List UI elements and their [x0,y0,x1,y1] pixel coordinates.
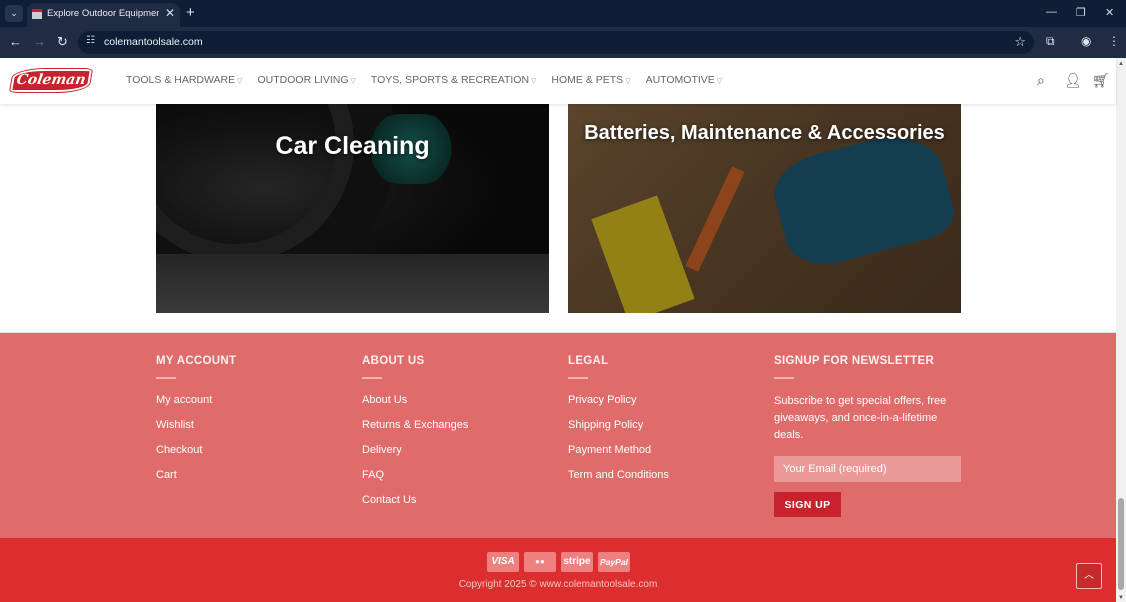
visa-icon: VISA [487,552,519,572]
url-text[interactable]: colemantoolsale.com [104,36,203,48]
banner-title-car-cleaning: Car Cleaning [275,132,430,160]
footer-col-newsletter: SIGNUP FOR NEWSLETTER Subscribe to get s… [774,355,964,517]
footer-heading: LEGAL [568,355,609,367]
banner-title-batteries: Batteries, Maintenance & Accessories [584,122,945,144]
restore-icon[interactable]: ❐ [1076,6,1086,19]
footer-link-contact[interactable]: Contact Us [362,493,468,507]
menu-item-automotive[interactable]: AUTOMOTIVE ▽ [646,74,723,86]
chevron-down-icon: ▽ [350,78,356,85]
favicon-icon [32,9,42,19]
scroll-up-icon[interactable]: ▲ [1118,61,1124,67]
footer-link-about-us[interactable]: About Us [362,393,468,407]
chevron-up-icon: ︿ [1084,570,1094,581]
footer-link-checkout[interactable]: Checkout [156,443,236,457]
category-batteries-maintenance[interactable]: Batteries, Maintenance & Accessories [568,104,961,313]
back-icon[interactable]: ← [9,34,22,49]
address-bar[interactable]: ☷ colemantoolsale.com ☆ [78,31,1034,54]
footer-col-legal: LEGAL Privacy Policy Shipping Policy Pay… [568,355,669,493]
site-header: Coleman TOOLS & HARDWARE ▽ OUTDOOR LIVING… [0,58,1116,104]
close-icon[interactable]: ✕ [165,6,175,20]
footer-link-payment[interactable]: Payment Method [568,443,669,457]
footer-widgets: MY ACCOUNT My account Wishlist Checkout … [0,332,1116,538]
coleman-logo[interactable]: Coleman [8,68,94,93]
forward-icon[interactable]: → [33,34,46,49]
back-to-top-button[interactable]: ︿ [1076,563,1102,589]
close-window-icon[interactable]: ✕ [1105,6,1114,19]
newsletter-email-input[interactable] [774,456,961,482]
footer-link-shipping[interactable]: Shipping Policy [568,418,669,432]
footer-heading: ABOUT US [362,355,425,367]
category-car-cleaning[interactable]: Car Cleaning [156,104,549,313]
copyright-text: Copyright 2025 © www.colemantoolsale.com [458,579,658,590]
divider [156,377,176,379]
footer-link-cart[interactable]: Cart [156,468,236,482]
main-menu: TOOLS & HARDWARE ▽ OUTDOOR LIVING ▽ TOYS, … [126,74,737,86]
chevron-down-icon: ▽ [237,78,243,85]
logo-text: Coleman [15,72,87,88]
footer-link-delivery[interactable]: Delivery [362,443,468,457]
footer-heading: SIGNUP FOR NEWSLETTER [774,355,935,367]
menu-icon[interactable]: ⋮ [1108,34,1120,48]
star-icon[interactable]: ☆ [1014,34,1026,50]
cart-icon[interactable]: 🛒︎ [1092,72,1110,89]
search-icon[interactable]: ⌕ [1037,72,1045,89]
reload-icon[interactable]: ↻ [57,34,68,50]
chevron-down-icon: ▽ [625,78,631,85]
menu-item-outdoor-living[interactable]: OUTDOOR LIVING ▽ [258,74,356,86]
page-scrollbar[interactable]: ▲ ▼ [1116,58,1126,602]
user-icon[interactable]: 👤︎ [1064,72,1082,89]
plus-icon[interactable]: + [186,4,195,21]
newsletter-description: Subscribe to get special offers, free gi… [774,395,947,441]
browser-toolbar: ← → ↻ ☷ colemantoolsale.com ☆ ⧉ ◉ ⋮ [0,27,1126,58]
footer-link-faq[interactable]: FAQ [362,468,468,482]
chevron-down-icon: ▽ [531,78,537,85]
profile-icon[interactable]: ◉ [1081,34,1091,48]
tab-search-icon[interactable]: ⌄ [5,5,23,22]
browser-tab-bar: ⌄ Explore Outdoor Equipment & S ✕ + — ❐ … [0,0,1126,27]
footer-bottom-bar: VISA ●● stripe PayPal Copyright 2025 © w… [0,538,1116,602]
menu-item-home-pets[interactable]: HOME & PETS ▽ [551,74,630,86]
footer-link-privacy[interactable]: Privacy Policy [568,393,669,407]
footer-col-about: ABOUT US About Us Returns & Exchanges De… [362,355,468,518]
footer-heading: MY ACCOUNT [156,355,237,367]
divider [568,377,588,379]
site-info-icon[interactable]: ☷ [86,35,95,46]
footer-link-terms[interactable]: Term and Conditions [568,468,669,482]
browser-tab[interactable]: Explore Outdoor Equipment & S ✕ [27,3,180,27]
mastercard-icon: ●● [524,552,556,572]
scroll-thumb[interactable] [1118,498,1124,590]
extensions-icon[interactable]: ⧉ [1046,34,1055,49]
paypal-icon: PayPal [598,552,630,572]
menu-item-tools-hardware[interactable]: TOOLS & HARDWARE ▽ [126,74,243,86]
stripe-icon: stripe [561,552,593,572]
scroll-down-icon[interactable]: ▼ [1118,595,1124,601]
chevron-down-icon: ▽ [716,78,723,85]
category-section: Car Cleaning Batteries, Maintenance & Ac… [0,104,1116,332]
footer-link-wishlist[interactable]: Wishlist [156,418,236,432]
footer-link-my-account[interactable]: My account [156,393,236,407]
footer-link-returns[interactable]: Returns & Exchanges [362,418,468,432]
minimize-icon[interactable]: — [1046,6,1057,18]
footer-col-account: MY ACCOUNT My account Wishlist Checkout … [156,355,236,493]
menu-item-toys-sports[interactable]: TOYS, SPORTS & RECREATION ▽ [371,74,537,86]
tab-title: Explore Outdoor Equipment & S [47,8,159,19]
signup-button[interactable]: SIGN UP [774,492,841,517]
divider [774,377,794,379]
divider [362,377,382,379]
